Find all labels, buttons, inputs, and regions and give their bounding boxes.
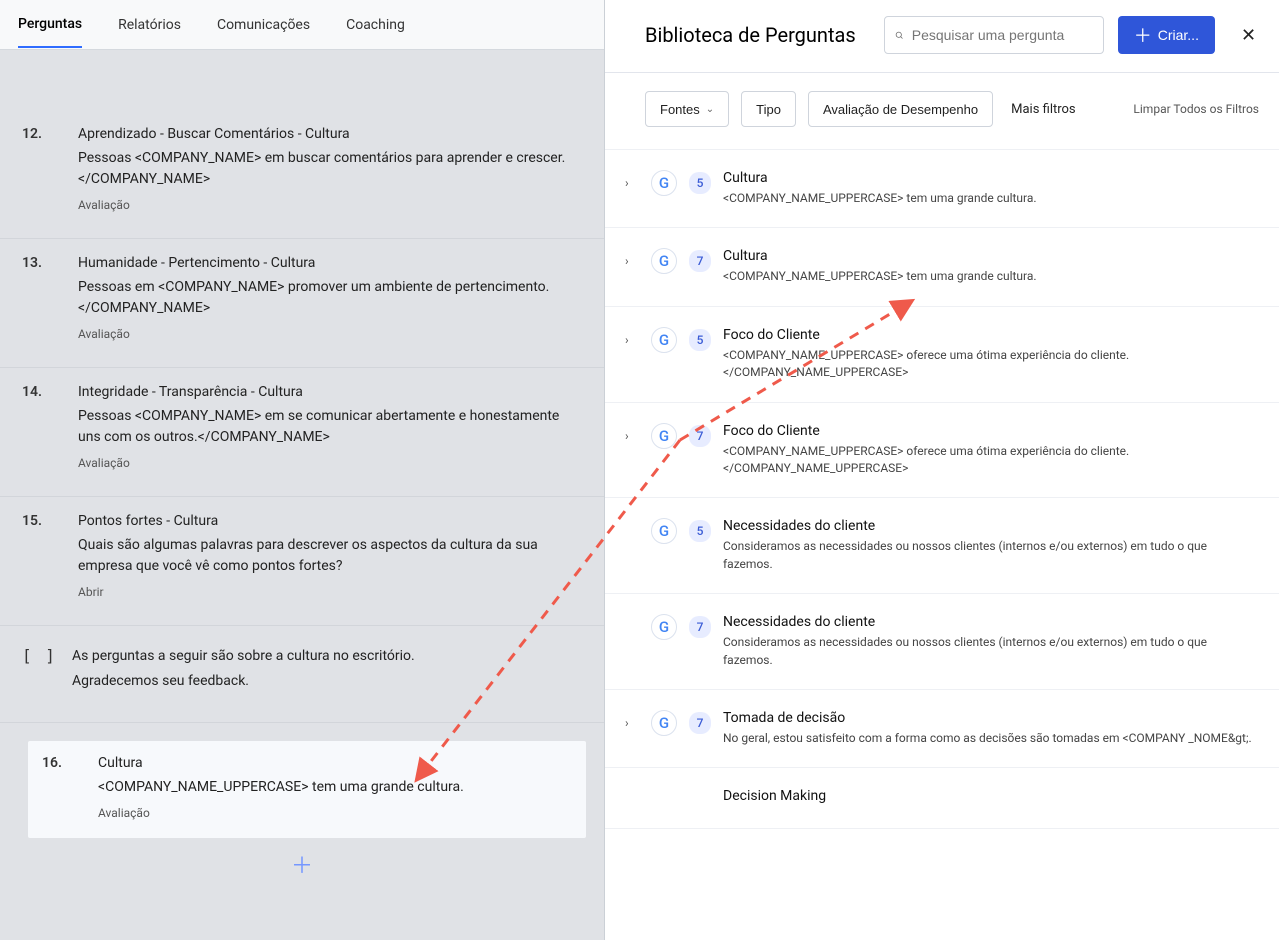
question-type: Avaliação (98, 806, 572, 820)
library-header: Biblioteca de Perguntas ＋ Criar... ✕ (605, 0, 1279, 73)
chevron-right-icon[interactable]: › (625, 254, 639, 268)
library-item[interactable]: › G7 Tomada de decisão No geral, estou sati… (605, 690, 1279, 768)
create-button-label: Criar... (1158, 27, 1199, 43)
source-g-icon: G (651, 248, 677, 274)
add-question-button[interactable]: ＋ (0, 842, 604, 886)
library-item[interactable]: › G5 Cultura <COMPANY_NAME_UPPERCASE> tem u… (605, 150, 1279, 228)
search-input[interactable] (912, 27, 1093, 43)
library-item-title: Cultura (723, 170, 1259, 186)
chevron-down-icon: ⌄ (706, 104, 714, 115)
library-item[interactable]: G7 Necessidades do cliente Consideramos as… (605, 594, 1279, 690)
tab-comunicacoes[interactable]: Comunicações (217, 3, 310, 47)
question-item[interactable]: 14. Integridade - Transparência - Cultur… (0, 368, 604, 497)
question-title: Aprendizado - Buscar Comentários - Cultu… (78, 126, 582, 142)
plus-icon: ＋ (291, 854, 313, 879)
library-list: ›G5Cultura<COMPANY_NAME_UPPERCASE> tem u… (605, 150, 1279, 940)
tab-coaching[interactable]: Coaching (346, 3, 405, 47)
source-g-icon: G (651, 170, 677, 196)
filter-tipo[interactable]: Tipo (741, 91, 796, 127)
count-badge: 5 (689, 172, 711, 194)
library-item-title: Tomada de decisão (723, 710, 1259, 726)
question-text: Pessoas em <COMPANY_NAME> promover um am… (78, 277, 582, 319)
library-item[interactable]: G5 Necessidades do cliente Consideramos as… (605, 498, 1279, 594)
right-panel: Biblioteca de Perguntas ＋ Criar... ✕ Fon… (605, 0, 1279, 940)
close-button[interactable]: ✕ (1233, 21, 1264, 50)
question-number: 13. (22, 255, 60, 271)
question-type: Abrir (78, 585, 582, 599)
library-item[interactable]: › G7 Cultura <COMPANY_NAME_UPPERCASE> tem u… (605, 228, 1279, 306)
question-number: 14. (22, 384, 60, 400)
library-item-title: Necessidades do cliente (723, 518, 1259, 534)
library-title: Biblioteca de Perguntas (645, 23, 856, 47)
library-item-title: Foco do Cliente (723, 423, 1259, 439)
question-text: <COMPANY_NAME_UPPERCASE> tem uma grande … (98, 777, 572, 798)
question-item[interactable]: 13. Humanidade - Pertencimento - Cultura… (0, 239, 604, 368)
question-type: Avaliação (78, 456, 582, 470)
filter-avaliacao[interactable]: Avaliação de Desempenho (808, 91, 993, 127)
library-item-title: Decision Making (723, 788, 1259, 804)
more-filters[interactable]: Mais filtros (1011, 102, 1076, 117)
question-title: Cultura (98, 755, 572, 771)
plus-icon: ＋ (1134, 22, 1152, 48)
count-badge: 7 (689, 616, 711, 638)
library-item-text: No geral, estou satisfeito com a forma c… (723, 730, 1259, 747)
library-item[interactable]: › G7 Foco do Cliente <COMPANY_NAME_UPPERCAS… (605, 403, 1279, 499)
source-g-icon: G (651, 518, 677, 544)
count-badge: 5 (689, 329, 711, 351)
count-badge: 7 (689, 250, 711, 272)
filter-fontes[interactable]: Fontes ⌄ (645, 91, 729, 127)
question-item[interactable]: 12. Aprendizado - Buscar Comentários - C… (0, 110, 604, 239)
section-note-line: As perguntas a seguir são sobre a cultur… (72, 646, 582, 667)
question-text: Pessoas <COMPANY_NAME> em se comunicar a… (78, 406, 582, 448)
tab-perguntas[interactable]: Perguntas (18, 2, 82, 48)
question-number: 15. (22, 513, 60, 529)
count-badge: 7 (689, 425, 711, 447)
section-note[interactable]: [ ] As perguntas a seguir são sobre a cu… (0, 626, 604, 723)
library-item-text: <COMPANY_NAME_UPPERCASE> tem uma grande … (723, 190, 1259, 207)
library-item-text: <COMPANY_NAME_UPPERCASE> oferece uma óti… (723, 443, 1259, 478)
question-title: Humanidade - Pertencimento - Cultura (78, 255, 582, 271)
library-item-text: Consideramos as necessidades ou nossos c… (723, 634, 1259, 669)
question-item[interactable]: 15. Pontos fortes - Cultura Quais são al… (0, 497, 604, 626)
library-item-text: Consideramos as necessidades ou nossos c… (723, 538, 1259, 573)
source-g-icon: G (651, 614, 677, 640)
source-g-icon: G (651, 710, 677, 736)
question-text: Pessoas <COMPANY_NAME> em buscar comentá… (78, 148, 582, 190)
left-panel: Perguntas Relatórios Comunicações Coachi… (0, 0, 605, 940)
library-item-text: <COMPANY_NAME_UPPERCASE> tem uma grande … (723, 268, 1259, 285)
question-type: Avaliação (78, 198, 582, 212)
section-note-line: Agradecemos seu feedback. (72, 671, 582, 692)
source-g-icon: G (651, 327, 677, 353)
clear-filters[interactable]: Limpar Todos os Filtros (1133, 102, 1259, 116)
library-item-title: Cultura (723, 248, 1259, 264)
create-button[interactable]: ＋ Criar... (1118, 16, 1215, 54)
close-icon: ✕ (1241, 25, 1256, 46)
search-box[interactable] (884, 16, 1104, 54)
library-item[interactable]: Decision Making (605, 768, 1279, 829)
library-item[interactable]: › G5 Foco do Cliente <COMPANY_NAME_UPPERCAS… (605, 307, 1279, 403)
chevron-right-icon[interactable]: › (625, 716, 639, 730)
question-type: Avaliação (78, 327, 582, 341)
search-icon (895, 28, 904, 43)
source-g-icon: G (651, 423, 677, 449)
brackets-icon: [ ] (22, 646, 60, 665)
chevron-right-icon[interactable]: › (625, 176, 639, 190)
question-title: Pontos fortes - Cultura (78, 513, 582, 529)
chevron-right-icon[interactable]: › (625, 333, 639, 347)
library-item-text: <COMPANY_NAME_UPPERCASE> oferece uma óti… (723, 347, 1259, 382)
count-badge: 7 (689, 712, 711, 734)
question-list: 12. Aprendizado - Buscar Comentários - C… (0, 50, 604, 940)
question-number: 16. (42, 755, 80, 771)
count-badge: 5 (689, 520, 711, 542)
question-text: Quais são algumas palavras para descreve… (78, 535, 582, 577)
tab-relatorios[interactable]: Relatórios (118, 3, 181, 47)
question-number: 12. (22, 126, 60, 142)
question-title: Integridade - Transparência - Cultura (78, 384, 582, 400)
library-item-title: Necessidades do cliente (723, 614, 1259, 630)
filters-row: Fontes ⌄ Tipo Avaliação de Desempenho Ma… (605, 73, 1279, 150)
tabs: Perguntas Relatórios Comunicações Coachi… (0, 0, 604, 50)
chevron-right-icon[interactable]: › (625, 429, 639, 443)
question-item-highlighted[interactable]: 16. Cultura <COMPANY_NAME_UPPERCASE> tem… (28, 741, 586, 838)
library-item-title: Foco do Cliente (723, 327, 1259, 343)
